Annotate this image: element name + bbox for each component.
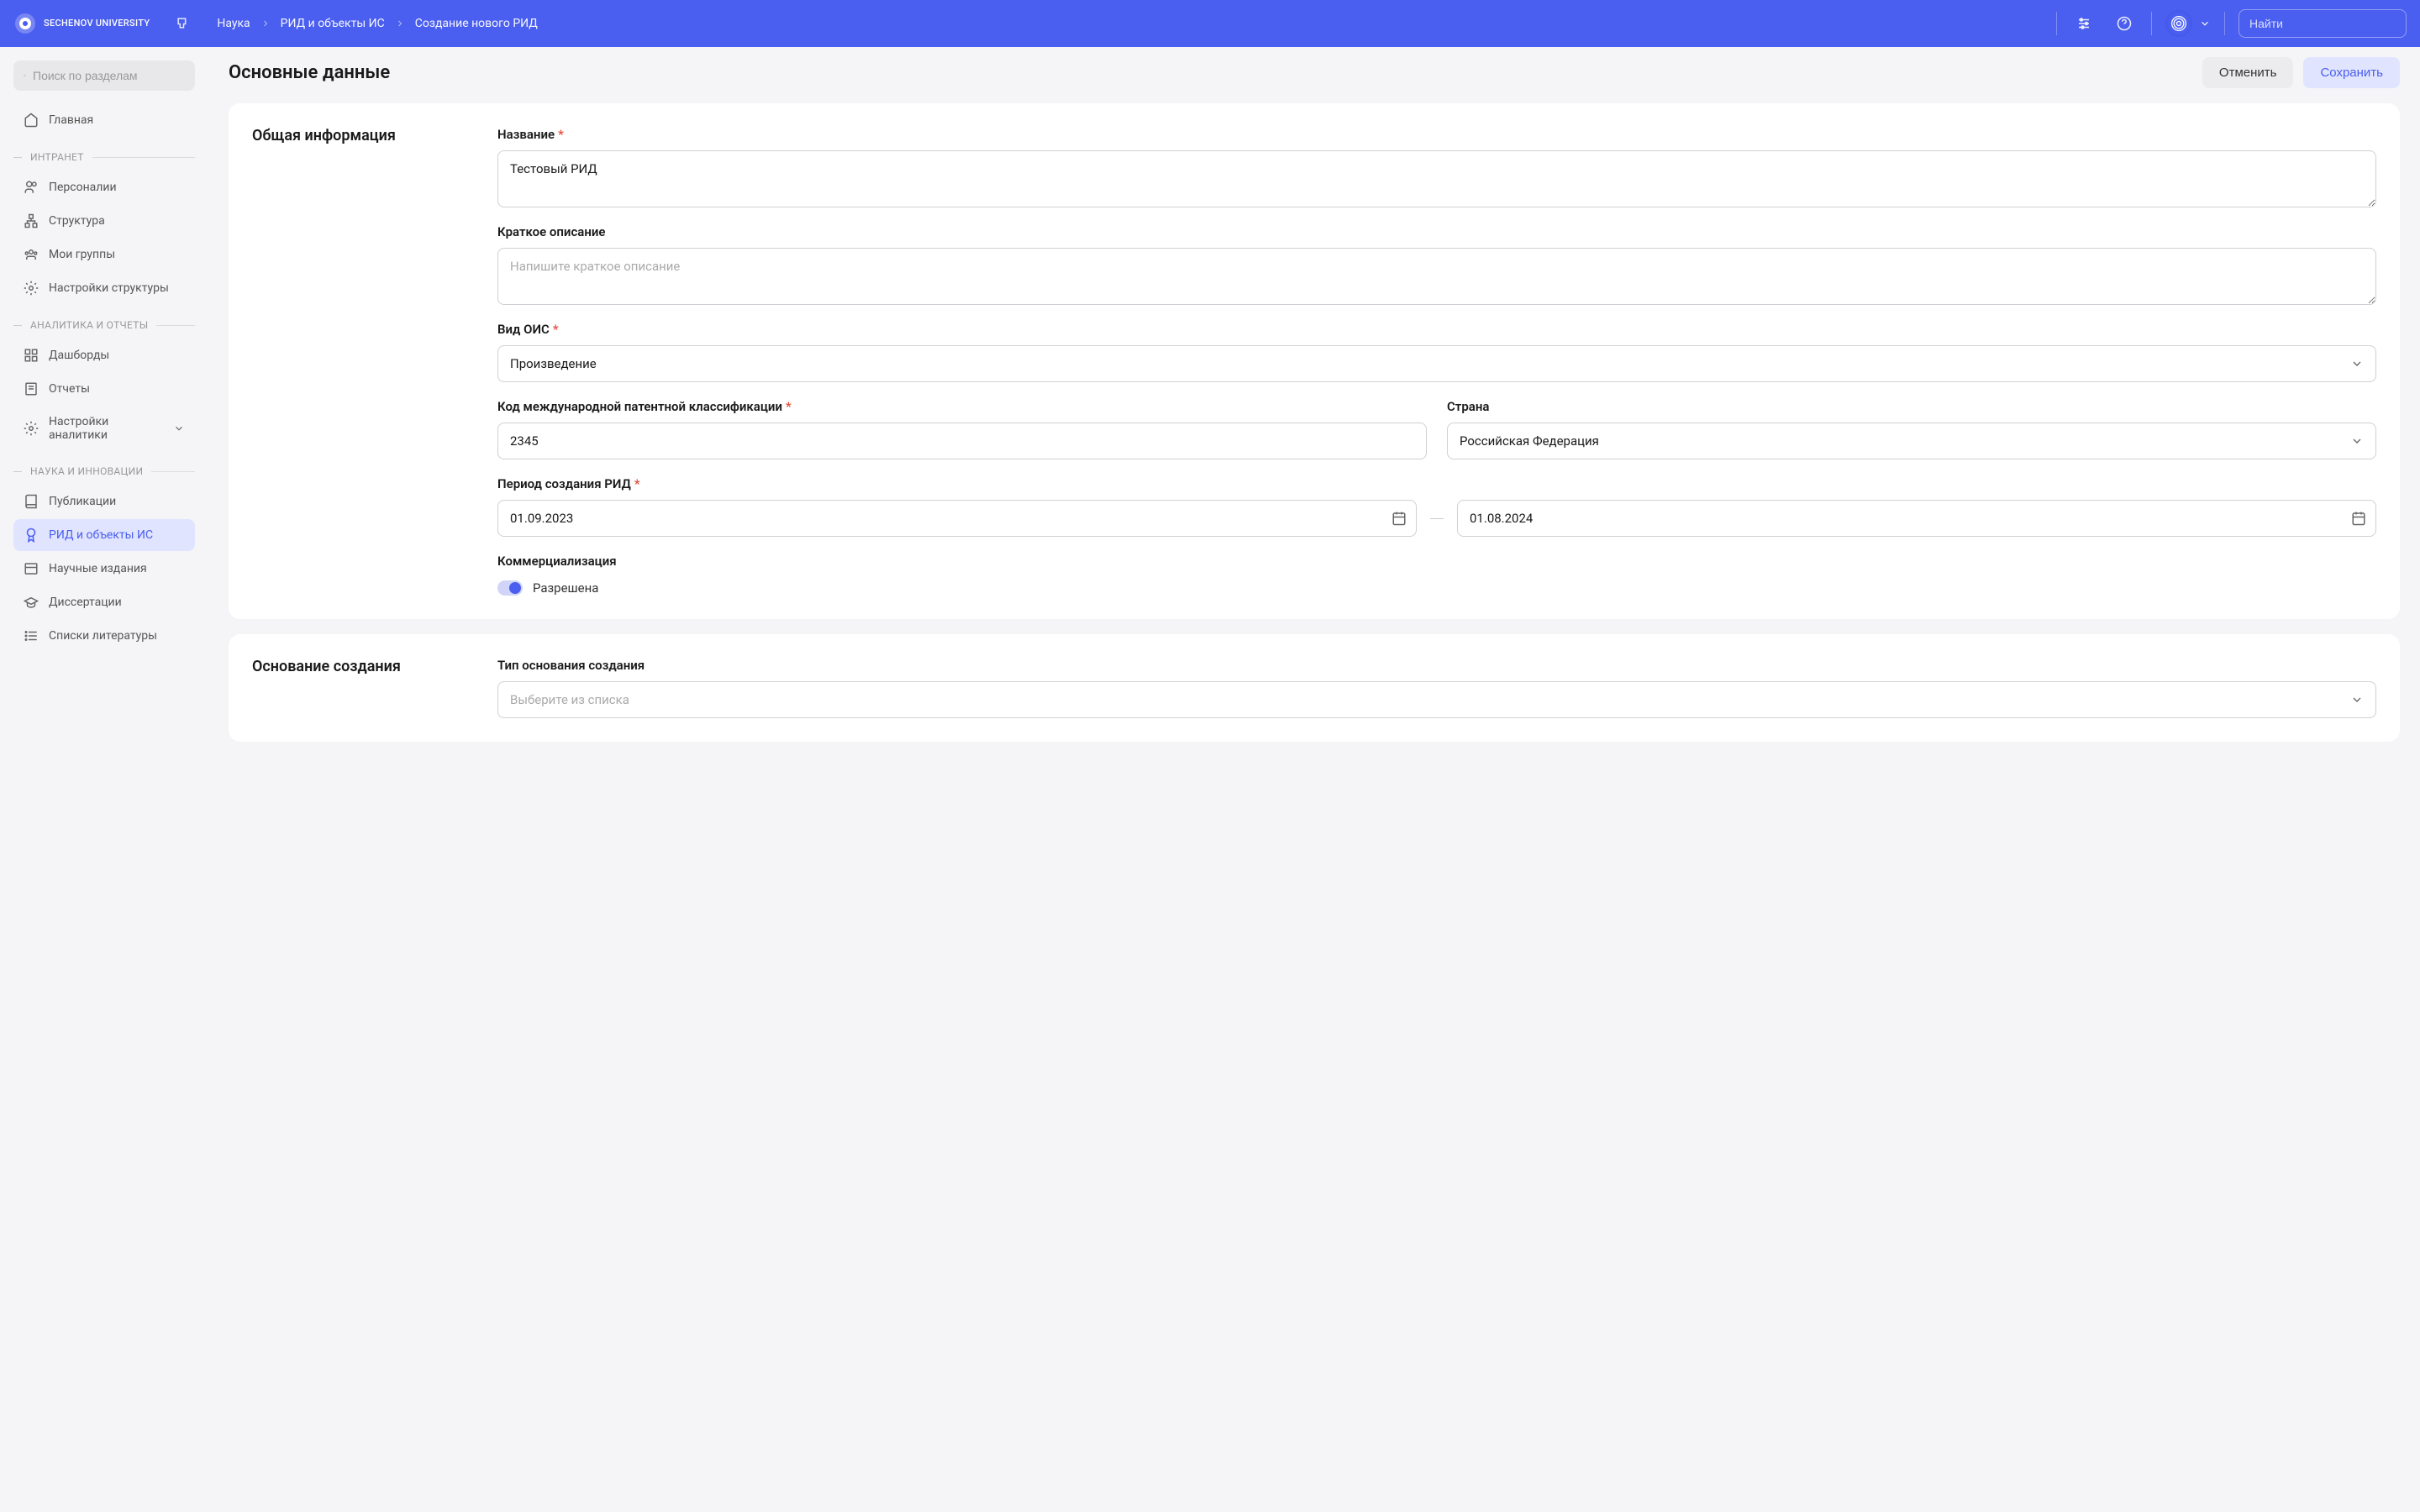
- logo[interactable]: SECHENOV UNIVERSITY: [13, 12, 150, 35]
- chevron-down-icon: [2350, 434, 2364, 448]
- card-title: Основание создания: [252, 658, 471, 718]
- list-icon: [24, 628, 39, 643]
- sidebar-item-home[interactable]: Главная: [13, 104, 195, 136]
- sidebar-item-label: Списки литературы: [49, 629, 157, 643]
- sidebar-search-input[interactable]: [33, 69, 185, 82]
- settings-sliders-icon[interactable]: [2070, 10, 2097, 37]
- sidebar-item-label: Дашборды: [49, 349, 109, 362]
- global-search-input[interactable]: [2249, 17, 2402, 30]
- gear-icon: [24, 421, 39, 436]
- sidebar-section-analytics: АНАЛИТИКА И ОТЧЕТЫ: [13, 319, 195, 331]
- sidebar-item-publications[interactable]: Публикации: [13, 486, 195, 517]
- chevron-right-icon: [260, 18, 271, 29]
- sidebar-search[interactable]: [13, 60, 195, 91]
- sidebar-item-analytics-settings[interactable]: Настройки аналитики: [13, 407, 195, 450]
- basis-select[interactable]: Выберите из списка: [497, 681, 2376, 718]
- global-search[interactable]: [2238, 9, 2407, 38]
- sidebar-item-rid[interactable]: РИД и объекты ИС: [13, 519, 195, 551]
- chevron-down-icon: [2199, 18, 2211, 29]
- home-icon: [24, 113, 39, 128]
- sidebar-item-label: Главная: [49, 113, 93, 127]
- period-label: Период создания РИД*: [497, 476, 2376, 491]
- sidebar-item-dashboards[interactable]: Дашборды: [13, 339, 195, 371]
- sidebar-item-struct-settings[interactable]: Настройки структуры: [13, 272, 195, 304]
- name-input[interactable]: [497, 150, 2376, 207]
- sidebar-item-label: Настройки аналитики: [49, 415, 163, 442]
- sidebar-section-intranet: ИНТРАНЕТ: [13, 151, 195, 163]
- help-icon[interactable]: [2111, 10, 2138, 37]
- sidebar-item-label: Научные издания: [49, 562, 147, 575]
- country-label: Страна: [1447, 399, 2376, 414]
- save-button[interactable]: Сохранить: [2303, 57, 2400, 88]
- avatar: [2165, 10, 2192, 37]
- basis-label: Тип основания создания: [497, 658, 2376, 673]
- main-content: Основные данные Отменить Сохранить Общая…: [208, 47, 2420, 1512]
- users-icon: [24, 180, 39, 195]
- date-separator: [1430, 518, 1444, 519]
- pin-icon[interactable]: [170, 10, 197, 37]
- commerce-toggle-label: Разрешена: [533, 580, 598, 596]
- sidebar-item-label: Структура: [49, 214, 105, 228]
- group-icon: [24, 247, 39, 262]
- page-title: Основные данные: [229, 62, 390, 83]
- name-label: Название*: [497, 127, 2376, 142]
- sidebar-item-label: Мои группы: [49, 248, 115, 261]
- sidebar-item-sci-publications[interactable]: Научные издания: [13, 553, 195, 585]
- header-right: [2056, 9, 2407, 38]
- sidebar-item-persons[interactable]: Персоналии: [13, 171, 195, 203]
- commerce-toggle[interactable]: [497, 580, 523, 596]
- page-header: Основные данные Отменить Сохранить: [229, 47, 2400, 103]
- code-input[interactable]: [497, 423, 1427, 459]
- sidebar-item-reports[interactable]: Отчеты: [13, 373, 195, 405]
- sidebar-item-label: Настройки структуры: [49, 281, 169, 295]
- cancel-button[interactable]: Отменить: [2202, 57, 2294, 88]
- country-select[interactable]: Российская Федерация: [1447, 423, 2376, 459]
- graduation-icon: [24, 595, 39, 610]
- sidebar-item-bibliography[interactable]: Списки литературы: [13, 620, 195, 652]
- sidebar-item-label: Публикации: [49, 495, 116, 508]
- breadcrumb-item-1[interactable]: РИД и объекты ИС: [281, 17, 385, 30]
- sidebar: Главная ИНТРАНЕТ Персоналии Структура Мо…: [0, 47, 208, 1512]
- sidebar-item-structure[interactable]: Структура: [13, 205, 195, 237]
- desc-label: Краткое описание: [497, 224, 2376, 239]
- chevron-down-icon: [2350, 693, 2364, 706]
- date-from-input[interactable]: [497, 500, 1417, 537]
- user-menu[interactable]: [2165, 10, 2211, 37]
- search-icon: [24, 69, 26, 82]
- report-icon: [24, 381, 39, 396]
- chevron-right-icon: [395, 18, 405, 29]
- sidebar-item-label: РИД и объекты ИС: [49, 528, 153, 542]
- desc-input[interactable]: [497, 248, 2376, 305]
- sidebar-item-label: Отчеты: [49, 382, 90, 396]
- publications-icon: [24, 561, 39, 576]
- sitemap-icon: [24, 213, 39, 228]
- dashboard-icon: [24, 348, 39, 363]
- sidebar-item-label: Персоналии: [49, 181, 117, 194]
- sidebar-item-dissertations[interactable]: Диссертации: [13, 586, 195, 618]
- top-header: SECHENOV UNIVERSITY Наука РИД и объекты …: [0, 0, 2420, 47]
- book-icon: [24, 494, 39, 509]
- award-icon: [24, 528, 39, 543]
- breadcrumb: Наука РИД и объекты ИС Создание нового Р…: [217, 17, 2056, 30]
- logo-icon: [13, 12, 37, 35]
- chevron-down-icon: [2350, 357, 2364, 370]
- logo-text: SECHENOV UNIVERSITY: [44, 18, 150, 29]
- sidebar-section-science: НАУКА И ИННОВАЦИИ: [13, 465, 195, 477]
- code-label: Код международной патентной классификаци…: [497, 399, 1427, 414]
- gear-icon: [24, 281, 39, 296]
- breadcrumb-item-0[interactable]: Наука: [217, 17, 250, 30]
- chevron-down-icon: [173, 423, 185, 434]
- sidebar-item-groups[interactable]: Мои группы: [13, 239, 195, 270]
- type-label: Вид ОИС*: [497, 322, 2376, 337]
- breadcrumb-item-2[interactable]: Создание нового РИД: [415, 17, 538, 30]
- type-select[interactable]: Произведение: [497, 345, 2376, 382]
- date-to-input[interactable]: [1457, 500, 2376, 537]
- commerce-label: Коммерциализация: [497, 554, 2376, 569]
- card-basis: Основание создания Тип основания создани…: [229, 634, 2400, 742]
- sidebar-item-label: Диссертации: [49, 596, 122, 609]
- card-general-info: Общая информация Название* Краткое описа…: [229, 103, 2400, 619]
- card-title: Общая информация: [252, 127, 471, 596]
